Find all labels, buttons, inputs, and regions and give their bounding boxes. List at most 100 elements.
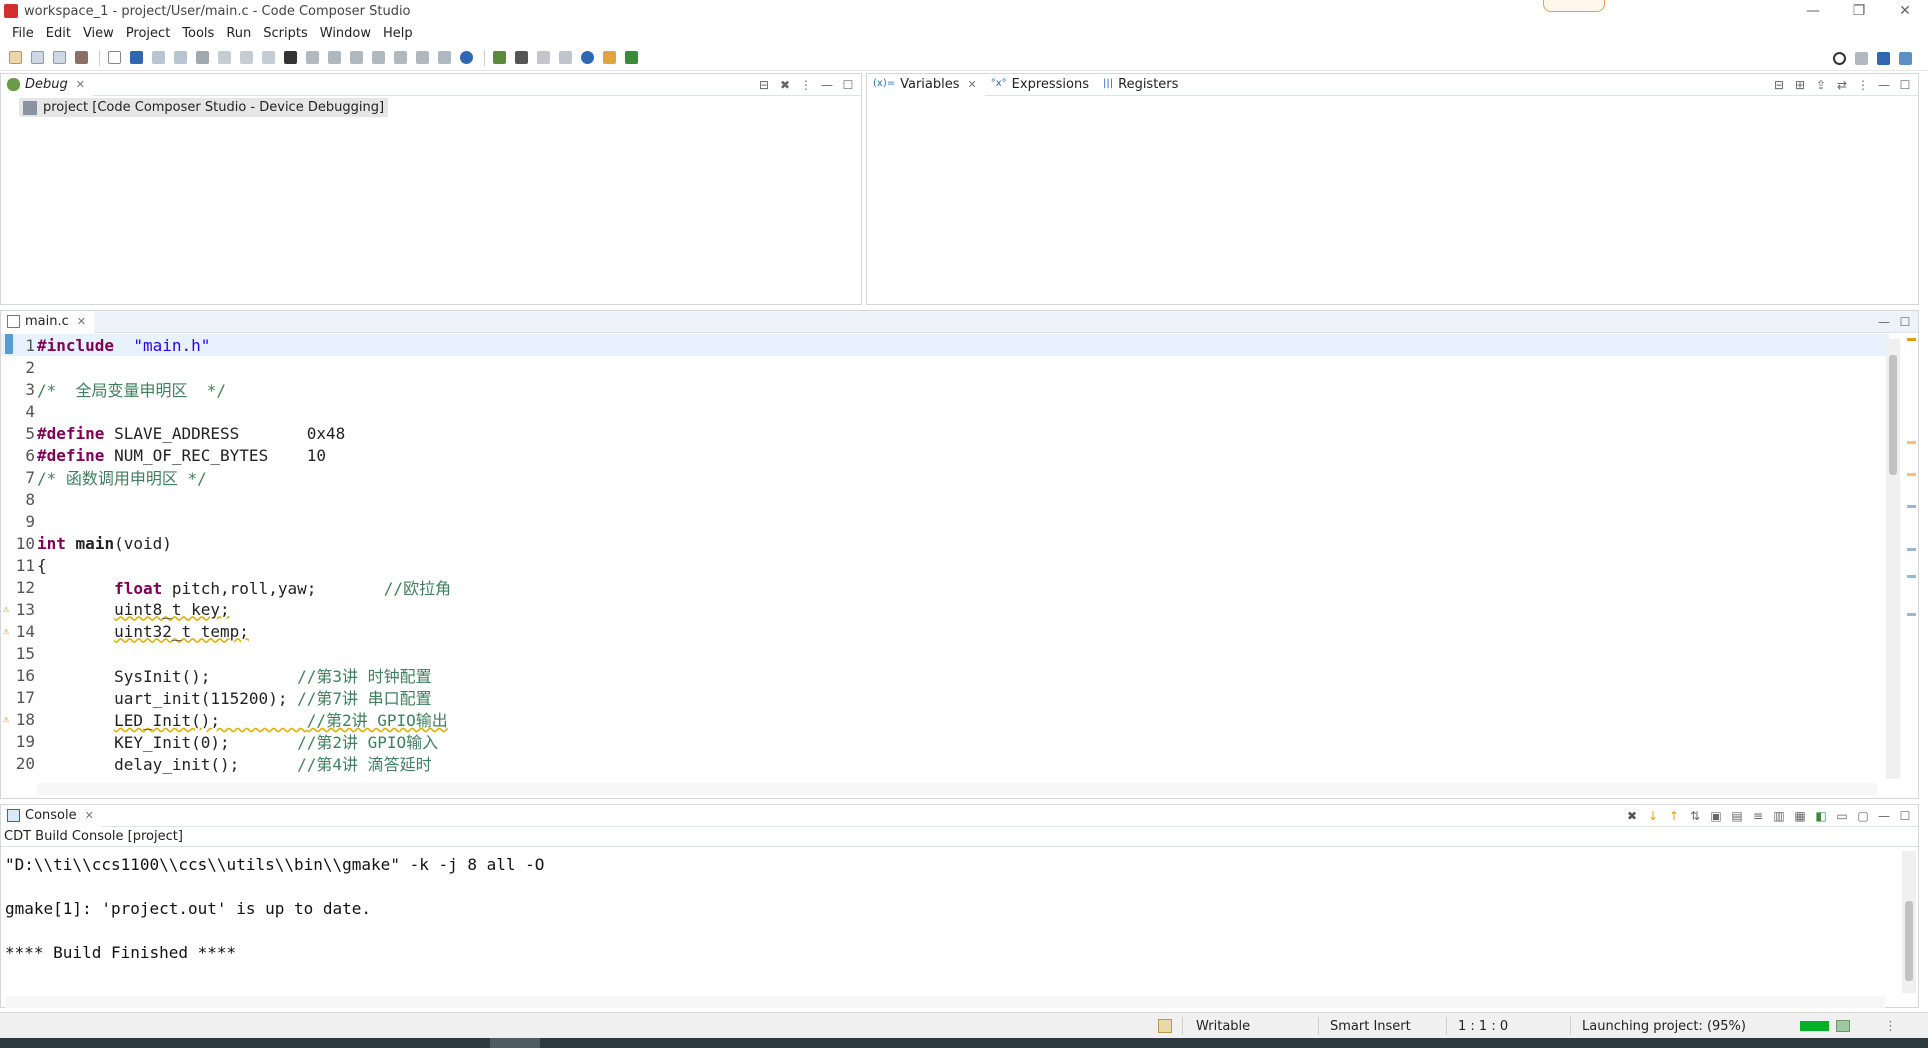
- minimize-view-icon[interactable]: —: [1877, 78, 1891, 92]
- editor-horizontal-scrollbar[interactable]: [37, 783, 1877, 795]
- code-line[interactable]: 3 /* 全局变量申明区 */: [1, 378, 1889, 401]
- launch-icon[interactable]: [457, 48, 476, 67]
- collapse-all-icon[interactable]: ⊟: [757, 78, 771, 92]
- minimize-button[interactable]: —: [1790, 0, 1836, 22]
- status-launching[interactable]: Launching project: (95%): [1582, 1017, 1746, 1035]
- occurrence-marker[interactable]: [1907, 505, 1916, 508]
- code-line[interactable]: ⚠ 18 LED_Init(); //第2讲 GPIO输出: [1, 708, 1889, 731]
- edit-perspective-icon[interactable]: [1874, 49, 1893, 68]
- warning-icon[interactable]: ⚠: [3, 714, 13, 725]
- debug-bug-icon[interactable]: [490, 48, 509, 67]
- back-icon[interactable]: [534, 48, 553, 67]
- resume-icon[interactable]: [149, 48, 168, 67]
- clipboard-icon[interactable]: [1158, 1017, 1172, 1035]
- code-line[interactable]: 20 delay_init(); //第4讲 滴答延时: [1, 752, 1889, 775]
- load-program-icon[interactable]: [303, 48, 322, 67]
- minimize-view-icon[interactable]: —: [1877, 809, 1891, 823]
- pin-icon[interactable]: [600, 48, 619, 67]
- code-line[interactable]: 15: [1, 642, 1889, 664]
- search-icon[interactable]: [1830, 49, 1849, 68]
- progress-view-icon[interactable]: [1836, 1017, 1850, 1035]
- code-line[interactable]: 16 SysInit(); //第3讲 时钟配置: [1, 664, 1889, 687]
- code-line[interactable]: 5 #define SLAVE_ADDRESS 0x48: [1, 422, 1889, 444]
- word-wrap-icon[interactable]: ≡: [1751, 809, 1765, 823]
- maximize-view-icon[interactable]: ☐: [1898, 809, 1912, 823]
- debug-launch-item[interactable]: project [Code Composer Studio - Device D…: [19, 98, 389, 117]
- build-hammer-icon[interactable]: [72, 48, 91, 67]
- connect-icon[interactable]: [325, 48, 344, 67]
- cpu-reset-icon[interactable]: [413, 48, 432, 67]
- console-horizontal-scrollbar[interactable]: [5, 996, 1885, 1008]
- run-external-icon[interactable]: [512, 48, 531, 67]
- menu-file[interactable]: File: [6, 26, 40, 41]
- menu-view[interactable]: View: [77, 26, 120, 41]
- code-line[interactable]: 9: [1, 510, 1889, 532]
- suspend-icon[interactable]: [171, 48, 190, 67]
- minimize-view-icon[interactable]: —: [1877, 315, 1891, 329]
- maximize-view-icon[interactable]: ☐: [1898, 78, 1912, 92]
- code-line[interactable]: 1 #include "main.h": [1, 334, 1889, 356]
- close-icon[interactable]: ✕: [85, 809, 94, 822]
- display-selected-icon[interactable]: ▦: [1793, 809, 1807, 823]
- scrollbar-thumb[interactable]: [1889, 355, 1897, 475]
- code-line[interactable]: 10 int main(void): [1, 532, 1889, 554]
- console-icon[interactable]: [105, 48, 124, 67]
- open-console-icon[interactable]: ◧: [1814, 809, 1828, 823]
- tab-expressions[interactable]: °x° Expressions: [985, 74, 1097, 96]
- refresh-icon[interactable]: [435, 48, 454, 67]
- scrollbar-thumb[interactable]: [1905, 901, 1913, 981]
- warning-marker[interactable]: [1907, 441, 1916, 444]
- previous-error-icon[interactable]: ↑: [1667, 809, 1681, 823]
- warning-icon[interactable]: ⚠: [3, 626, 13, 637]
- copy-build-log-icon[interactable]: ▣: [1709, 809, 1723, 823]
- close-icon[interactable]: ✕: [968, 78, 977, 91]
- console-dropdown-icon[interactable]: ▭: [1835, 809, 1849, 823]
- remove-launches-icon[interactable]: ✖: [778, 78, 792, 92]
- occurrence-marker[interactable]: [1907, 575, 1916, 578]
- status-menu-icon[interactable]: ⋮: [1884, 1017, 1897, 1035]
- menu-window[interactable]: Window: [314, 26, 377, 41]
- restore-button[interactable]: ❐: [1836, 0, 1882, 22]
- close-button[interactable]: ✕: [1882, 0, 1928, 22]
- search-tool-icon[interactable]: [578, 48, 597, 67]
- warning-marker[interactable]: [1907, 338, 1916, 341]
- code-line[interactable]: 4: [1, 400, 1889, 422]
- code-line[interactable]: ⚠ 13 uint8_t key;: [1, 598, 1889, 620]
- new-expression-icon[interactable]: ⊞: [1793, 78, 1807, 92]
- next-error-icon[interactable]: ↓: [1646, 809, 1660, 823]
- title-bar-handle[interactable]: [1543, 0, 1605, 12]
- save-icon[interactable]: [28, 48, 47, 67]
- memory-grid-icon[interactable]: [281, 48, 300, 67]
- forward-icon[interactable]: [556, 48, 575, 67]
- restart-icon[interactable]: [391, 48, 410, 67]
- flash-icon[interactable]: [347, 48, 366, 67]
- perspective-switch-icon[interactable]: [1852, 49, 1871, 68]
- clear-console-icon[interactable]: ▤: [1730, 809, 1744, 823]
- new-icon[interactable]: [6, 48, 25, 67]
- editor-vertical-scrollbar[interactable]: [1886, 339, 1900, 779]
- code-line[interactable]: ⚠ 14 uint32_t temp;: [1, 620, 1889, 642]
- menu-run[interactable]: Run: [220, 26, 257, 41]
- debug-perspective-icon[interactable]: [1896, 49, 1915, 68]
- menu-project[interactable]: Project: [120, 26, 176, 41]
- tab-main-c[interactable]: main.c ✕: [1, 310, 94, 333]
- occurrence-marker[interactable]: [1907, 613, 1916, 616]
- warning-marker[interactable]: [1907, 473, 1916, 476]
- pin-console-icon[interactable]: ▥: [1772, 809, 1786, 823]
- tab-debug[interactable]: Debug ✕: [1, 73, 93, 96]
- minimize-view-icon[interactable]: —: [820, 78, 834, 92]
- save-all-icon[interactable]: [50, 48, 69, 67]
- code-line[interactable]: 7 /* 函数调用申明区 */: [1, 466, 1889, 489]
- tab-console[interactable]: Console ✕: [1, 804, 102, 827]
- terminate-icon[interactable]: ✖: [1625, 809, 1639, 823]
- menu-scripts[interactable]: Scripts: [257, 26, 313, 41]
- view-menu-icon[interactable]: ⋮: [799, 78, 813, 92]
- terminate-icon[interactable]: [193, 48, 212, 67]
- warning-icon[interactable]: ⚠: [3, 604, 13, 615]
- code-line[interactable]: 12 float pitch,roll,yaw; //欧拉角: [1, 576, 1889, 599]
- code-editor[interactable]: 1 #include "main.h" 2 3 /* 全局变量申明区 */ 4 …: [1, 334, 1889, 774]
- view-menu-icon[interactable]: ⋮: [1856, 78, 1870, 92]
- code-line[interactable]: 19 KEY_Init(0); //第2讲 GPIO输入: [1, 730, 1889, 753]
- code-line[interactable]: 6 #define NUM_OF_REC_BYTES 10: [1, 444, 1889, 466]
- tab-registers[interactable]: ||| Registers: [1097, 74, 1186, 96]
